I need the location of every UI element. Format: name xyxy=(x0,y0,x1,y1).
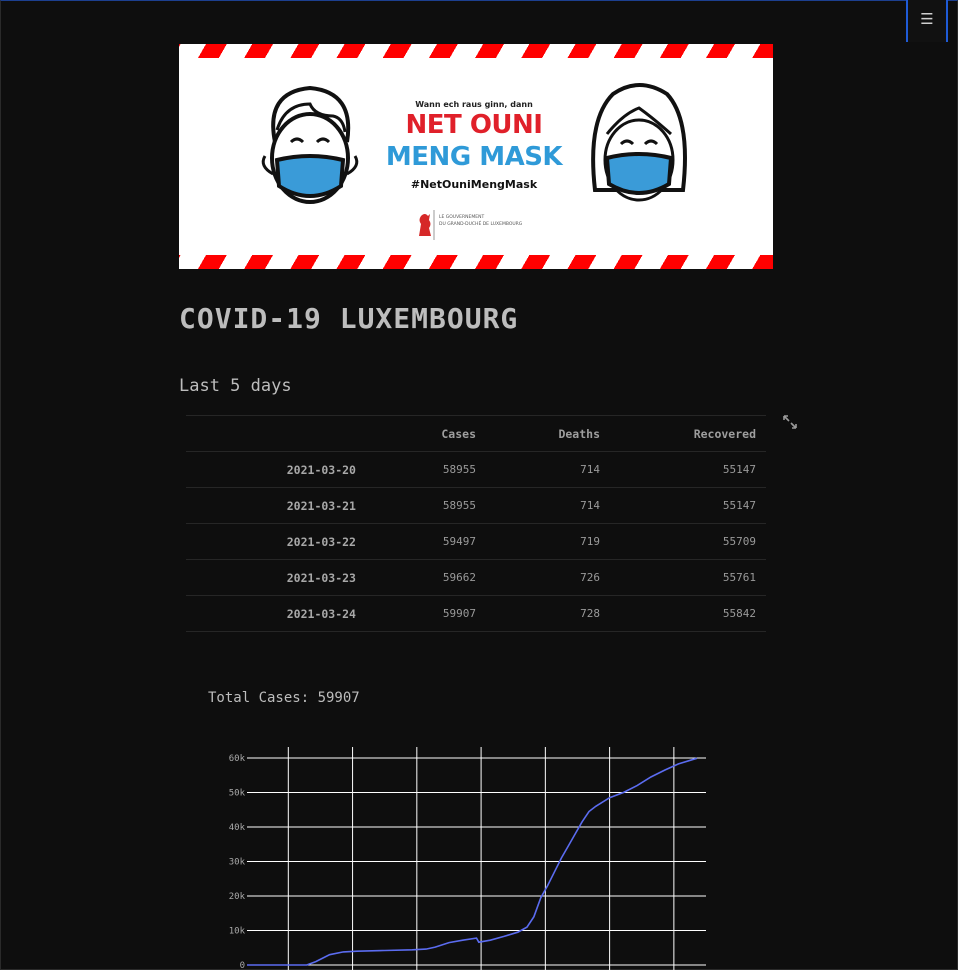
row-recovered: 55709 xyxy=(610,523,766,560)
row-deaths: 714 xyxy=(486,451,610,488)
table-row: 2021-03-21 58955 714 55147 xyxy=(186,487,766,524)
row-cases: 58955 xyxy=(366,451,486,488)
banner-stripe-top xyxy=(179,44,773,58)
red-lion-icon xyxy=(419,210,435,240)
column-header-deaths: Deaths xyxy=(486,415,610,452)
table-row: 2021-03-20 58955 714 55147 xyxy=(186,451,766,488)
row-deaths: 726 xyxy=(486,559,610,596)
y-tick-label: 0 xyxy=(240,961,245,970)
chart-grid xyxy=(247,747,706,970)
banner-hashtag: #NetOuniMengMask xyxy=(410,178,538,191)
page-title: COVID-19 LUXEMBOURG xyxy=(179,302,519,335)
total-cases-line-chart: 0 10k 20k 30k 40k 50k 60k xyxy=(229,747,706,970)
y-tick-label: 20k xyxy=(229,892,246,902)
y-tick-label: 60k xyxy=(229,754,246,764)
chart-y-axis: 0 10k 20k 30k 40k 50k 60k xyxy=(229,754,246,970)
row-recovered: 55842 xyxy=(610,595,766,632)
y-tick-label: 30k xyxy=(229,858,246,868)
last-5-days-table: Cases Deaths Recovered 2021-03-20 58955 … xyxy=(186,415,766,632)
fullscreen-expand-icon[interactable] xyxy=(782,414,798,430)
row-date: 2021-03-20 xyxy=(186,451,366,488)
banner-stripe-bottom xyxy=(179,255,773,269)
row-cases: 59907 xyxy=(366,595,486,632)
table-row: 2021-03-23 59662 726 55761 xyxy=(186,559,766,596)
column-header-cases: Cases xyxy=(366,415,486,452)
column-header-recovered: Recovered xyxy=(610,415,766,452)
column-header-index xyxy=(186,415,366,452)
government-text: LE GOUVERNEMENT DU GRAND-DUCHÉ DE LUXEMB… xyxy=(439,215,523,227)
total-cases-label: Total Cases: 59907 xyxy=(208,690,360,706)
row-recovered: 55761 xyxy=(610,559,766,596)
row-deaths: 728 xyxy=(486,595,610,632)
table-row: 2021-03-22 59497 719 55709 xyxy=(186,523,766,560)
government-logo: LE GOUVERNEMENT DU GRAND-DUCHÉ DE LUXEMB… xyxy=(415,210,545,240)
row-recovered: 55147 xyxy=(610,487,766,524)
section-subtitle: Last 5 days xyxy=(179,376,292,396)
banner-headline-line1: NET OUNI xyxy=(405,110,543,140)
y-tick-label: 40k xyxy=(229,823,246,833)
hamburger-menu-icon[interactable]: ☰ xyxy=(906,0,948,42)
banner-small-text: Wann ech raus ginn, dann xyxy=(415,100,533,109)
y-tick-label: 50k xyxy=(229,789,246,799)
row-deaths: 719 xyxy=(486,523,610,560)
row-cases: 58955 xyxy=(366,487,486,524)
table-row: 2021-03-24 59907 728 55842 xyxy=(186,595,766,632)
table-header-row: Cases Deaths Recovered xyxy=(186,415,766,452)
row-date: 2021-03-24 xyxy=(186,595,366,632)
y-tick-label: 10k xyxy=(229,927,246,937)
masked-woman-illustration xyxy=(591,83,687,202)
row-cases: 59662 xyxy=(366,559,486,596)
banner-headline-line2: MENG MASK xyxy=(385,142,563,172)
mask-campaign-banner: Wann ech raus ginn, dann NET OUNI MENG M… xyxy=(179,44,773,269)
row-recovered: 55147 xyxy=(610,451,766,488)
row-date: 2021-03-23 xyxy=(186,559,366,596)
row-deaths: 714 xyxy=(486,487,610,524)
masked-man-illustration xyxy=(261,85,359,204)
row-date: 2021-03-22 xyxy=(186,523,366,560)
row-date: 2021-03-21 xyxy=(186,487,366,524)
row-cases: 59497 xyxy=(366,523,486,560)
